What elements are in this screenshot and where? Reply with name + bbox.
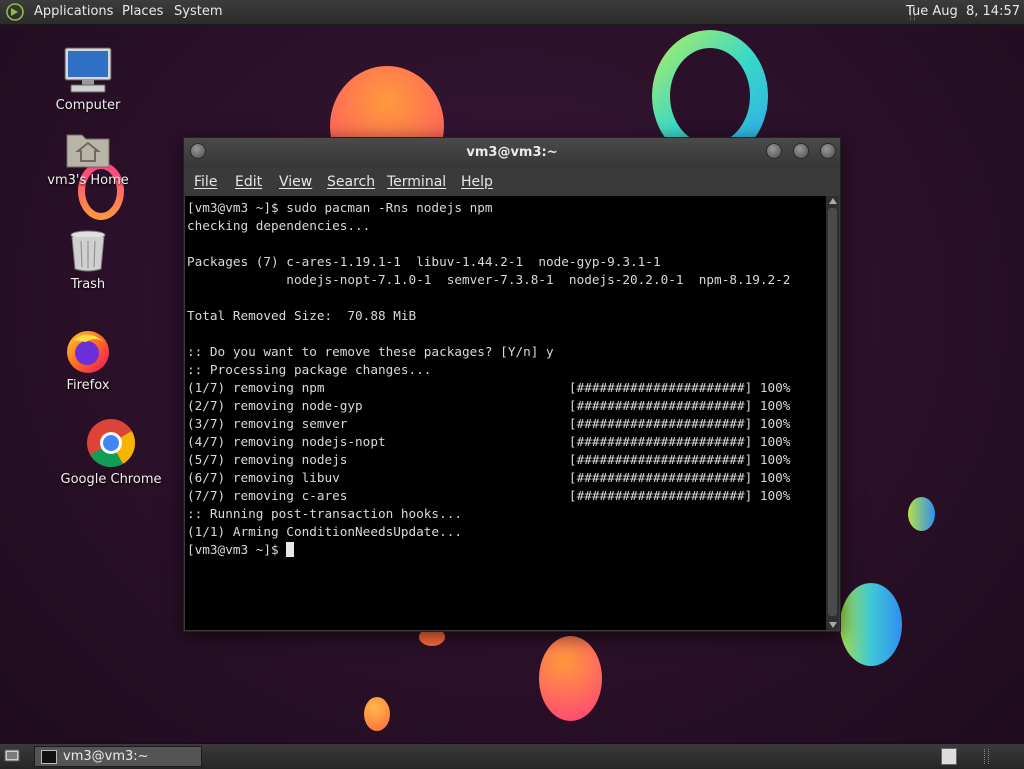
menu-help[interactable]: Help xyxy=(461,174,493,190)
decor-blue-green-blob xyxy=(840,583,902,666)
terminal-line: [vm3@vm3 ~]$ sudo pacman -Rns nodejs npm xyxy=(187,200,493,215)
chrome-icon xyxy=(87,419,136,468)
window-titlebar[interactable]: vm3@vm3:~ xyxy=(184,138,840,168)
terminal-line: :: Running post-transaction hooks... xyxy=(187,506,462,521)
terminal-line: checking dependencies... xyxy=(187,218,371,233)
scroll-up-arrow-icon[interactable] xyxy=(829,198,837,204)
terminal-scrollbar[interactable] xyxy=(826,196,839,630)
terminal-line: (2/7) removing node-gyp [###############… xyxy=(187,398,791,413)
terminal-line: (5/7) removing nodejs [#################… xyxy=(187,452,791,467)
desktop-icon-trash[interactable]: Trash xyxy=(38,229,138,292)
terminal-window[interactable]: vm3@vm3:~ File Edit View Search Terminal… xyxy=(183,137,841,632)
bottom-panel: vm3@vm3:~ xyxy=(0,743,1024,769)
workspace-switcher[interactable] xyxy=(941,748,957,765)
taskbar-item-label: vm3@vm3:~ xyxy=(63,749,149,764)
terminal-line: :: Processing package changes... xyxy=(187,362,432,377)
desktop-icon-chrome[interactable]: Google Chrome xyxy=(56,418,166,487)
terminal-line: nodejs-nopt-7.1.0-1 semver-7.3.8-1 nodej… xyxy=(286,272,791,287)
window-title: vm3@vm3:~ xyxy=(466,145,558,160)
terminal-cursor xyxy=(286,542,295,557)
top-panel: Applications Places System Tue Aug 8, 14… xyxy=(0,0,1024,25)
terminal-screen[interactable]: [vm3@vm3 ~]$ sudo pacman -Rns nodejs npm… xyxy=(185,196,826,630)
home-folder-icon xyxy=(66,134,110,168)
desktop-icon-computer[interactable]: Computer xyxy=(38,46,138,113)
terminal-line: (4/7) removing nodejs-nopt [############… xyxy=(187,434,791,449)
panel-separator xyxy=(984,749,989,764)
menu-search[interactable]: Search xyxy=(327,174,375,190)
terminal-line: (1/1) Arming ConditionNeedsUpdate... xyxy=(187,524,462,539)
computer-icon xyxy=(64,47,112,93)
terminal-line: (3/7) removing semver [#################… xyxy=(187,416,791,431)
clock[interactable]: Tue Aug 8, 14:57 xyxy=(906,4,1020,19)
terminal-line: (6/7) removing libuv [##################… xyxy=(187,470,791,485)
system-menu[interactable]: System xyxy=(174,4,222,19)
desktop-icon-home[interactable]: vm3's Home xyxy=(38,129,138,188)
terminal-menubar: File Edit View Search Terminal Help xyxy=(184,170,840,196)
taskbar-item-terminal[interactable]: vm3@vm3:~ xyxy=(34,746,202,767)
desktop-icon-label: Firefox xyxy=(66,378,110,393)
applications-menu[interactable]: Applications xyxy=(34,4,113,19)
terminal-line: Packages (7) c-ares-1.19.1-1 libuv-1.44.… xyxy=(187,254,661,269)
terminal-lines: [vm3@vm3 ~]$ sudo pacman -Rns nodejs npm… xyxy=(187,200,790,539)
terminal-line: (7/7) removing c-ares [#################… xyxy=(187,488,791,503)
trash-icon xyxy=(70,230,106,272)
show-desktop-icon[interactable] xyxy=(4,748,20,763)
maximize-button[interactable] xyxy=(793,143,809,159)
close-button[interactable] xyxy=(820,143,836,159)
terminal-line: :: Do you want to remove these packages?… xyxy=(187,344,554,359)
menu-terminal[interactable]: Terminal xyxy=(387,174,446,190)
decor-pink-blob xyxy=(539,636,602,721)
decor-small-blue-green-blob xyxy=(908,497,935,531)
terminal-icon xyxy=(41,750,57,764)
desktop-icon-firefox[interactable]: Firefox xyxy=(38,326,138,393)
minimize-button[interactable] xyxy=(766,143,782,159)
desktop-icon-label: Google Chrome xyxy=(60,472,162,487)
terminal-line: Total Removed Size: 70.88 MiB xyxy=(187,308,417,323)
places-menu[interactable]: Places xyxy=(122,4,163,19)
desktop-icon-label: Trash xyxy=(70,277,106,292)
distro-logo-icon[interactable] xyxy=(6,3,24,21)
decor-small-orange-blob xyxy=(364,697,390,731)
menu-edit[interactable]: Edit xyxy=(235,174,262,190)
terminal-line: (1/7) removing npm [####################… xyxy=(187,380,791,395)
terminal-output: [vm3@vm3 ~]$ sudo pacman -Rns nodejs npm… xyxy=(187,199,790,559)
menu-file[interactable]: File xyxy=(194,174,217,190)
scroll-down-arrow-icon[interactable] xyxy=(829,622,837,628)
desktop-icon-label: Computer xyxy=(55,98,121,113)
firefox-icon xyxy=(67,331,109,373)
terminal-prompt: [vm3@vm3 ~]$ xyxy=(187,542,287,557)
desktop-icon-label: vm3's Home xyxy=(47,173,129,188)
scrollbar-thumb[interactable] xyxy=(828,208,837,616)
menu-view[interactable]: View xyxy=(279,174,312,190)
